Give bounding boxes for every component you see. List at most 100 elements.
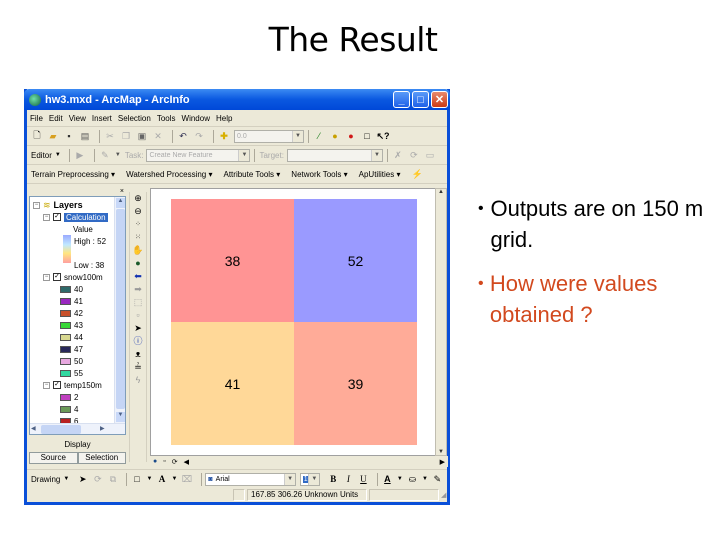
layout-view-icon[interactable]: ▫ [163,458,165,465]
scroll-right-icon[interactable]: ▶ [100,425,105,432]
maximize-button[interactable]: □ [412,91,429,108]
chevron-down-icon[interactable]: ▼ [284,473,296,485]
close-toc-icon[interactable]: × [120,188,124,195]
font-size-combo[interactable]: 10▼ [299,472,321,486]
toc-horizontal-scrollbar[interactable]: ◀ ▶ [30,423,125,434]
legend-swatch[interactable] [60,333,71,341]
collapse-icon[interactable]: − [43,381,50,389]
scroll-down-icon[interactable]: ▼ [116,412,125,422]
chevron-down-icon[interactable]: ▼ [422,476,428,482]
italic-button[interactable]: I [343,473,354,485]
legend-class[interactable]: 2 [60,391,78,403]
menu-tools[interactable]: Tools [157,114,176,123]
select-features-icon[interactable]: ⬚ [130,296,146,309]
menu-view[interactable]: View [69,114,86,123]
font-combo[interactable]: ◙ Arial ▼ [205,472,297,486]
menu-selection[interactable]: Selection [118,114,151,123]
legend-class[interactable]: 55 [60,367,83,379]
legend-class[interactable]: 44 [60,331,83,343]
print-icon[interactable]: ▤ [79,130,91,142]
watershed-processing-menu[interactable]: Watershed Processing ▾ [126,170,212,179]
scroll-down-icon[interactable]: ▼ [436,449,446,455]
attributes-icon[interactable]: ▭ [424,149,436,161]
underline-button[interactable]: U [358,473,369,485]
cut-icon[interactable]: ✂ [104,130,116,142]
toc-root[interactable]: − ≋ Layers [33,199,83,211]
identify-icon[interactable]: ⓘ [130,335,146,348]
tab-display[interactable]: Display [29,440,126,449]
tool-icon[interactable]: ⚡ [411,168,423,180]
zoom-in-icon[interactable]: ⊕ [130,192,146,205]
title-bar[interactable]: hw3.mxd - ArcMap - ArcInfo _ □ ✕ [24,89,450,110]
minimize-button[interactable]: _ [393,91,410,108]
collapse-icon[interactable]: − [43,213,50,221]
map-vertical-scrollbar[interactable]: ▲ ▼ [435,188,447,456]
menu-insert[interactable]: Insert [92,114,112,123]
target-combo[interactable]: ▼ [286,148,383,162]
layer-temp150m[interactable]: − ✓ temp150m [43,379,102,391]
chevron-down-icon[interactable]: ▼ [238,149,250,161]
sketch-tool-icon[interactable]: ✎ [99,149,111,161]
legend-swatch[interactable] [60,285,71,293]
scroll-left-icon[interactable]: ◀ [184,458,189,466]
split-tool-icon[interactable]: ✗ [392,149,404,161]
delete-icon[interactable]: ✕ [152,130,164,142]
back-extent-icon[interactable]: ⬅ [130,270,146,283]
fixed-zoom-in-icon[interactable]: ⁘ [130,218,146,231]
rectangle-icon[interactable]: □ [131,473,142,485]
terrain-preprocessing-menu[interactable]: Terrain Preprocessing ▾ [31,170,115,179]
rotate-icon[interactable]: ⟳ [92,473,103,485]
menu-file[interactable]: File [30,114,43,123]
chevron-down-icon[interactable]: ▼ [55,152,61,158]
open-icon[interactable]: ▰ [47,130,59,142]
scale-combo[interactable]: 0.0 ▼ [234,129,304,143]
chevron-down-icon[interactable]: ▼ [63,476,69,482]
chevron-down-icon[interactable]: ▼ [370,149,382,161]
new-icon[interactable]: 🗋 [31,130,43,142]
layer-calculation[interactable]: − ✓ Calculation [43,211,108,223]
chevron-down-icon[interactable]: ▼ [171,476,177,482]
save-icon[interactable]: ▪ [63,130,75,142]
aputilities-menu[interactable]: ApUtilities ▾ [359,170,401,179]
arctoolbox-icon[interactable]: ● [329,130,341,142]
collapse-icon[interactable]: − [33,201,40,209]
command-line-icon[interactable]: □ [361,130,373,142]
fill-color-icon[interactable]: ⛀ [407,473,418,485]
scroll-thumb[interactable] [116,209,125,409]
refresh-icon[interactable]: ⟳ [172,458,178,466]
legend-swatch[interactable] [60,309,71,317]
data-view-icon[interactable]: ● [153,458,157,465]
legend-class[interactable]: 47 [60,343,83,355]
menu-edit[interactable]: Edit [49,114,63,123]
chevron-down-icon[interactable]: ▼ [308,473,320,485]
zoom-out-icon[interactable]: ⊖ [130,205,146,218]
arccatalog-icon[interactable]: ● [345,130,357,142]
legend-class[interactable]: 42 [60,307,83,319]
map-display[interactable]: 38 52 41 39 ▲ ▼ [150,188,447,456]
layer-name[interactable]: Calculation [64,212,108,222]
forward-extent-icon[interactable]: ➡ [130,283,146,296]
layer-snow100m[interactable]: − ✓ snow100m [43,271,103,283]
clear-selection-icon[interactable]: ▫ [130,309,146,322]
whats-this-icon[interactable]: ↖? [376,130,389,142]
resize-grip-icon[interactable]: ◢ [441,491,446,499]
network-tools-menu[interactable]: Network Tools ▾ [291,170,347,179]
menu-help[interactable]: Help [216,114,232,123]
legend-swatch[interactable] [60,321,71,329]
rotate-tool-icon[interactable]: ⟳ [408,149,420,161]
legend-class[interactable]: 41 [60,295,83,307]
close-button[interactable]: ✕ [431,91,448,108]
layer-name[interactable]: temp150m [64,381,102,390]
add-data-icon[interactable]: ✚ [218,130,230,142]
layer-visibility-checkbox[interactable]: ✓ [53,381,61,389]
attribute-tools-menu[interactable]: Attribute Tools ▾ [224,170,281,179]
scroll-thumb[interactable] [41,425,81,434]
legend-class[interactable]: 50 [60,355,83,367]
zoom-whole-page-icon[interactable]: ⧉ [107,473,118,485]
scroll-right-icon[interactable]: ▶ [440,458,445,466]
legend-class[interactable]: 40 [60,283,83,295]
tab-source[interactable]: Source [29,452,78,464]
edit-tool-icon[interactable]: ▶ [74,149,86,161]
copy-icon[interactable]: ❐ [120,130,132,142]
hyperlink-icon[interactable]: ϟ [130,374,146,387]
